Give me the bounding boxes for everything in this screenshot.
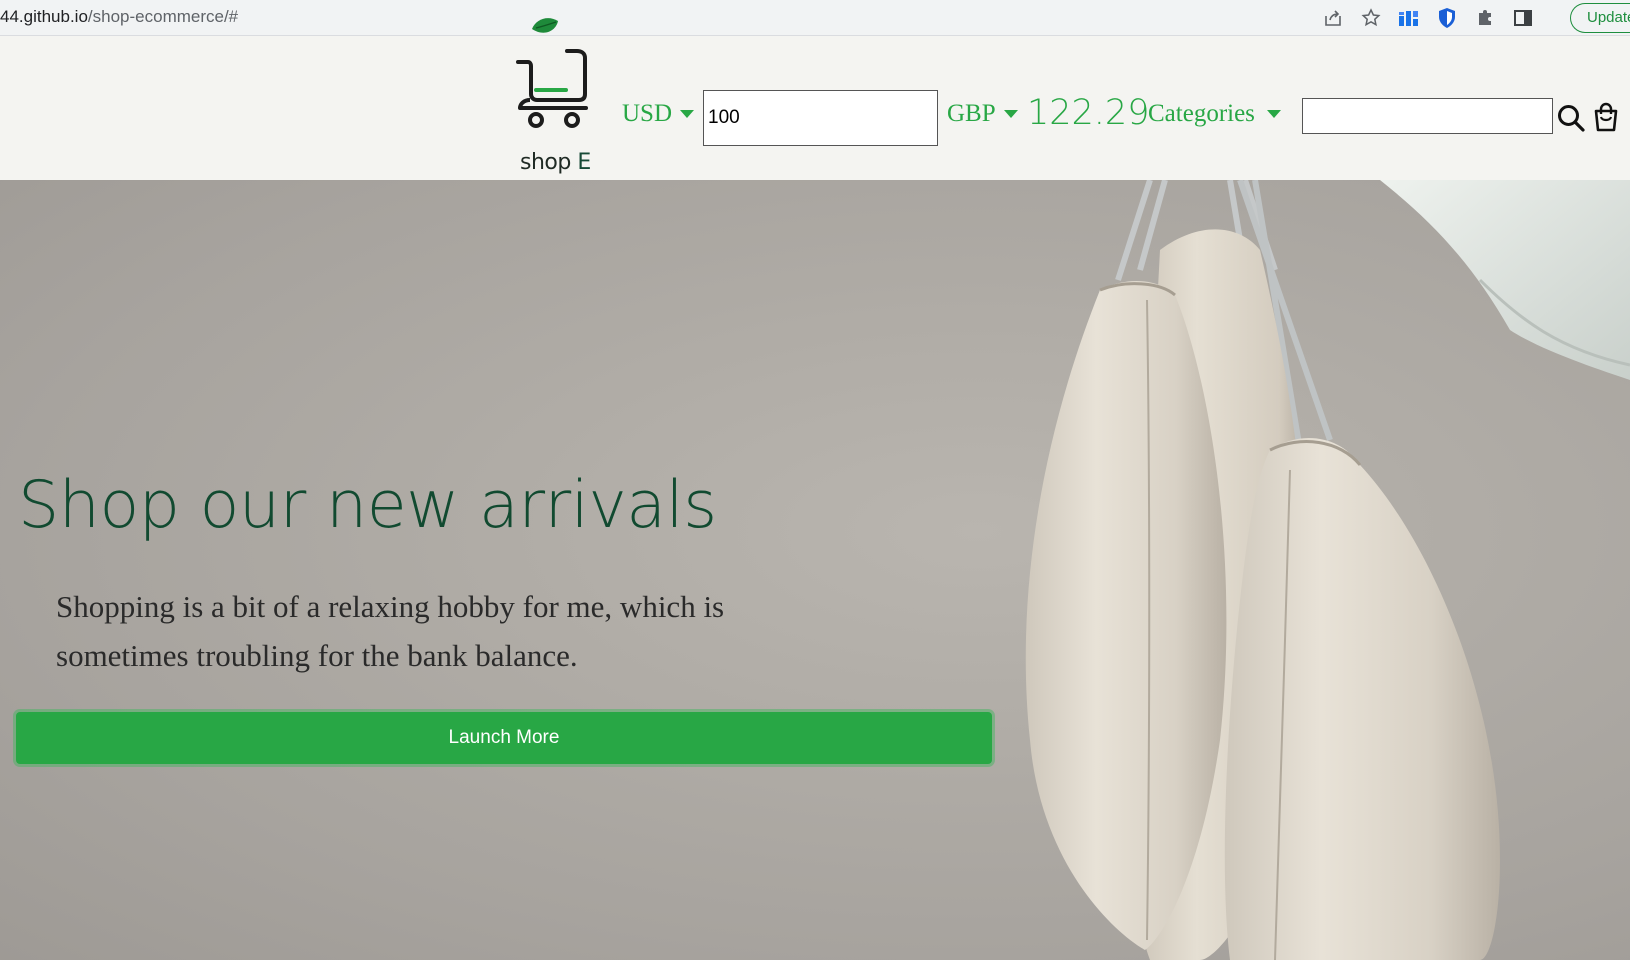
to-currency-label: GBP bbox=[947, 100, 996, 127]
caret-down-icon bbox=[680, 110, 695, 118]
caret-down-icon bbox=[1003, 110, 1018, 118]
launch-more-button[interactable]: Launch More bbox=[16, 712, 992, 764]
logo-text-accent: E bbox=[577, 150, 591, 175]
cart-icon[interactable] bbox=[1592, 102, 1620, 132]
caret-down-icon bbox=[1266, 110, 1281, 118]
browser-toolbar: 44.github.io/shop-ecommerce/# Update bbox=[0, 0, 1630, 36]
update-button[interactable]: Update bbox=[1570, 3, 1630, 33]
hero-bags-image bbox=[1025, 180, 1630, 960]
to-currency-dropdown[interactable]: GBP bbox=[947, 100, 1018, 128]
hero-text: Shopping is a bit of a relaxing hobby fo… bbox=[56, 589, 725, 673]
converted-amount: 122.29 bbox=[1027, 93, 1150, 133]
logo-text: shop E bbox=[520, 150, 591, 175]
hero-title: Shop our new arrivals bbox=[18, 468, 717, 543]
amount-input[interactable] bbox=[703, 90, 938, 146]
sidepanel-icon[interactable] bbox=[1508, 3, 1538, 33]
puzzle-icon[interactable] bbox=[1470, 3, 1500, 33]
logo-text-main: shop bbox=[520, 150, 578, 175]
address-bar[interactable]: 44.github.io/shop-ecommerce/# bbox=[0, 7, 238, 27]
shield-icon[interactable] bbox=[1432, 3, 1462, 33]
from-currency-label: USD bbox=[622, 100, 673, 127]
search-input[interactable] bbox=[1302, 98, 1553, 134]
categories-dropdown[interactable]: Categories bbox=[1148, 100, 1281, 128]
from-currency-dropdown[interactable]: USD bbox=[622, 100, 695, 128]
star-icon[interactable] bbox=[1356, 3, 1386, 33]
share-icon[interactable] bbox=[1318, 3, 1348, 33]
search-icon[interactable] bbox=[1556, 103, 1586, 133]
hero-banner: Shop our new arrivals Shopping is a bit … bbox=[0, 180, 1630, 960]
browser-actions: Update bbox=[1314, 2, 1630, 34]
categories-label: Categories bbox=[1148, 100, 1255, 127]
dashboard-icon[interactable] bbox=[1394, 3, 1424, 33]
url-host: 44.github.io bbox=[0, 7, 88, 26]
logo-cart-icon[interactable] bbox=[514, 14, 594, 142]
url-path: /shop-ecommerce/# bbox=[87, 7, 239, 26]
